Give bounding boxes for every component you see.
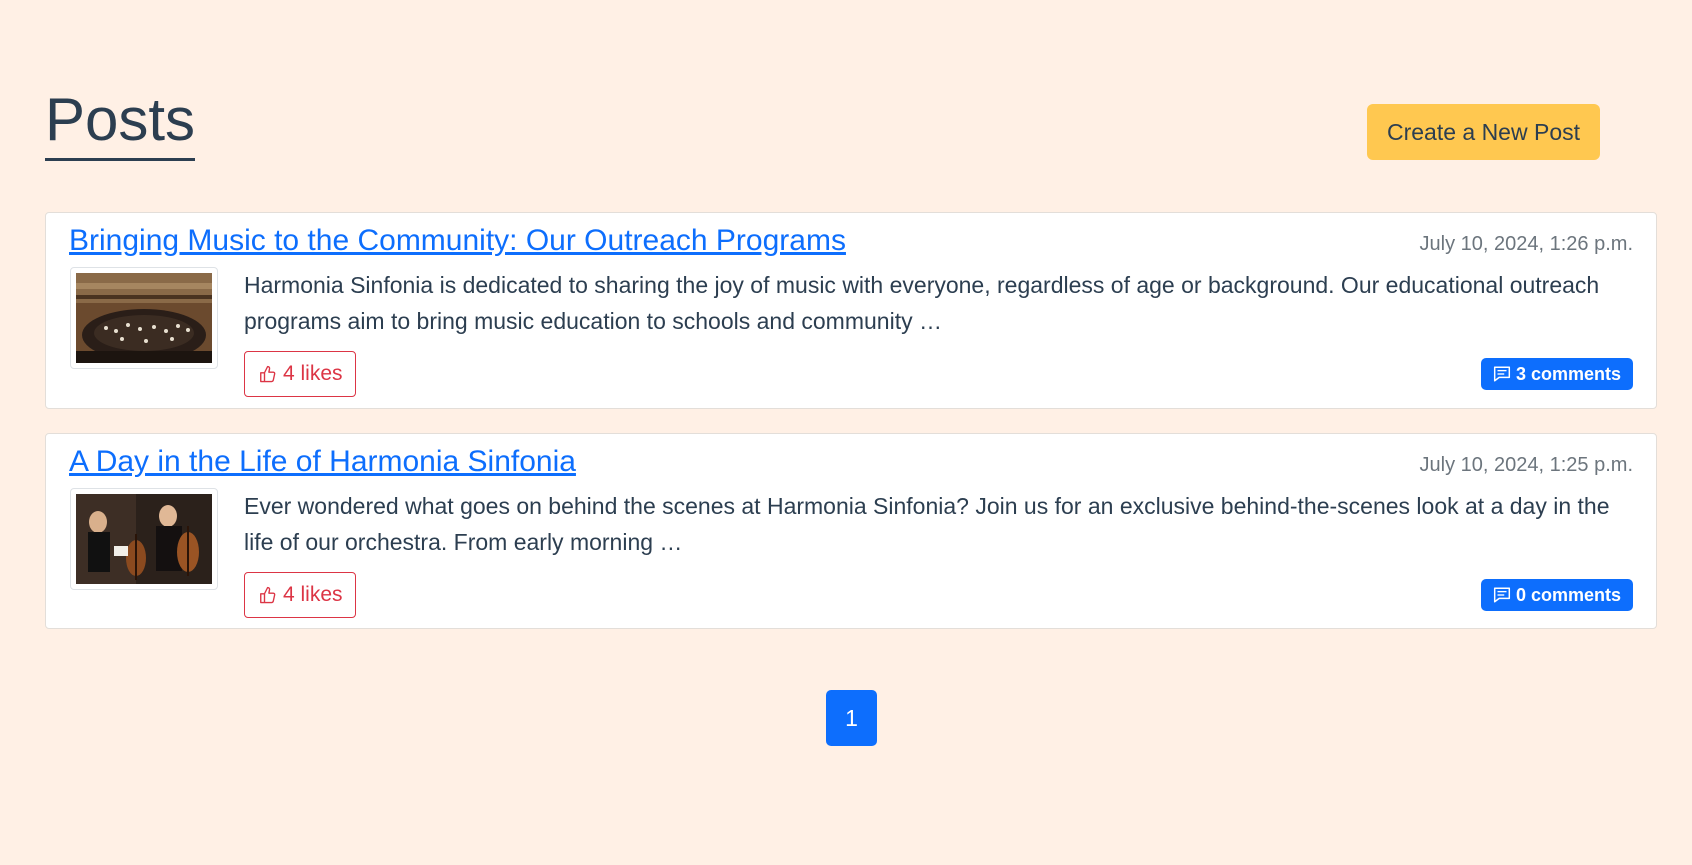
comments-badge[interactable]: 3 comments: [1480, 358, 1633, 390]
post-excerpt: Harmonia Sinfonia is dedicated to sharin…: [244, 272, 1600, 334]
like-button[interactable]: 4 likes: [244, 572, 356, 618]
page-title: Posts: [45, 88, 196, 161]
likes-count: 4 likes: [283, 583, 343, 606]
cellists-photo: [76, 494, 212, 584]
comments-count: 0 comments: [1515, 584, 1621, 605]
pagination-page-1[interactable]: 1: [826, 690, 877, 746]
post-date: July 10, 2024, 1:26 p.m.: [1419, 233, 1633, 255]
comment-icon: [1493, 366, 1510, 382]
post-thumbnail: [70, 267, 218, 369]
post-thumbnail: [70, 488, 218, 590]
post-title-link[interactable]: A Day in the Life of Harmonia Sinfonia: [69, 444, 576, 480]
post-date: July 10, 2024, 1:25 p.m.: [1419, 454, 1633, 476]
page-header: Posts Create a New Post: [45, 88, 1645, 168]
thumbs-up-icon: [260, 365, 276, 383]
like-button[interactable]: 4 likes: [244, 351, 356, 397]
thumbs-up-icon: [260, 586, 276, 604]
comment-icon: [1493, 587, 1510, 603]
comments-count: 3 comments: [1515, 363, 1621, 384]
concert-hall-photo: [76, 273, 212, 363]
post-card: A Day in the Life of Harmonia Sinfonia J…: [45, 433, 1657, 629]
post-title-link[interactable]: Bringing Music to the Community: Our Out…: [69, 223, 846, 259]
comments-badge[interactable]: 0 comments: [1480, 579, 1633, 611]
post-excerpt: Ever wondered what goes on behind the sc…: [244, 493, 1610, 555]
create-post-button[interactable]: Create a New Post: [1366, 104, 1600, 160]
post-card: Bringing Music to the Community: Our Out…: [45, 212, 1657, 409]
likes-count: 4 likes: [283, 362, 343, 385]
